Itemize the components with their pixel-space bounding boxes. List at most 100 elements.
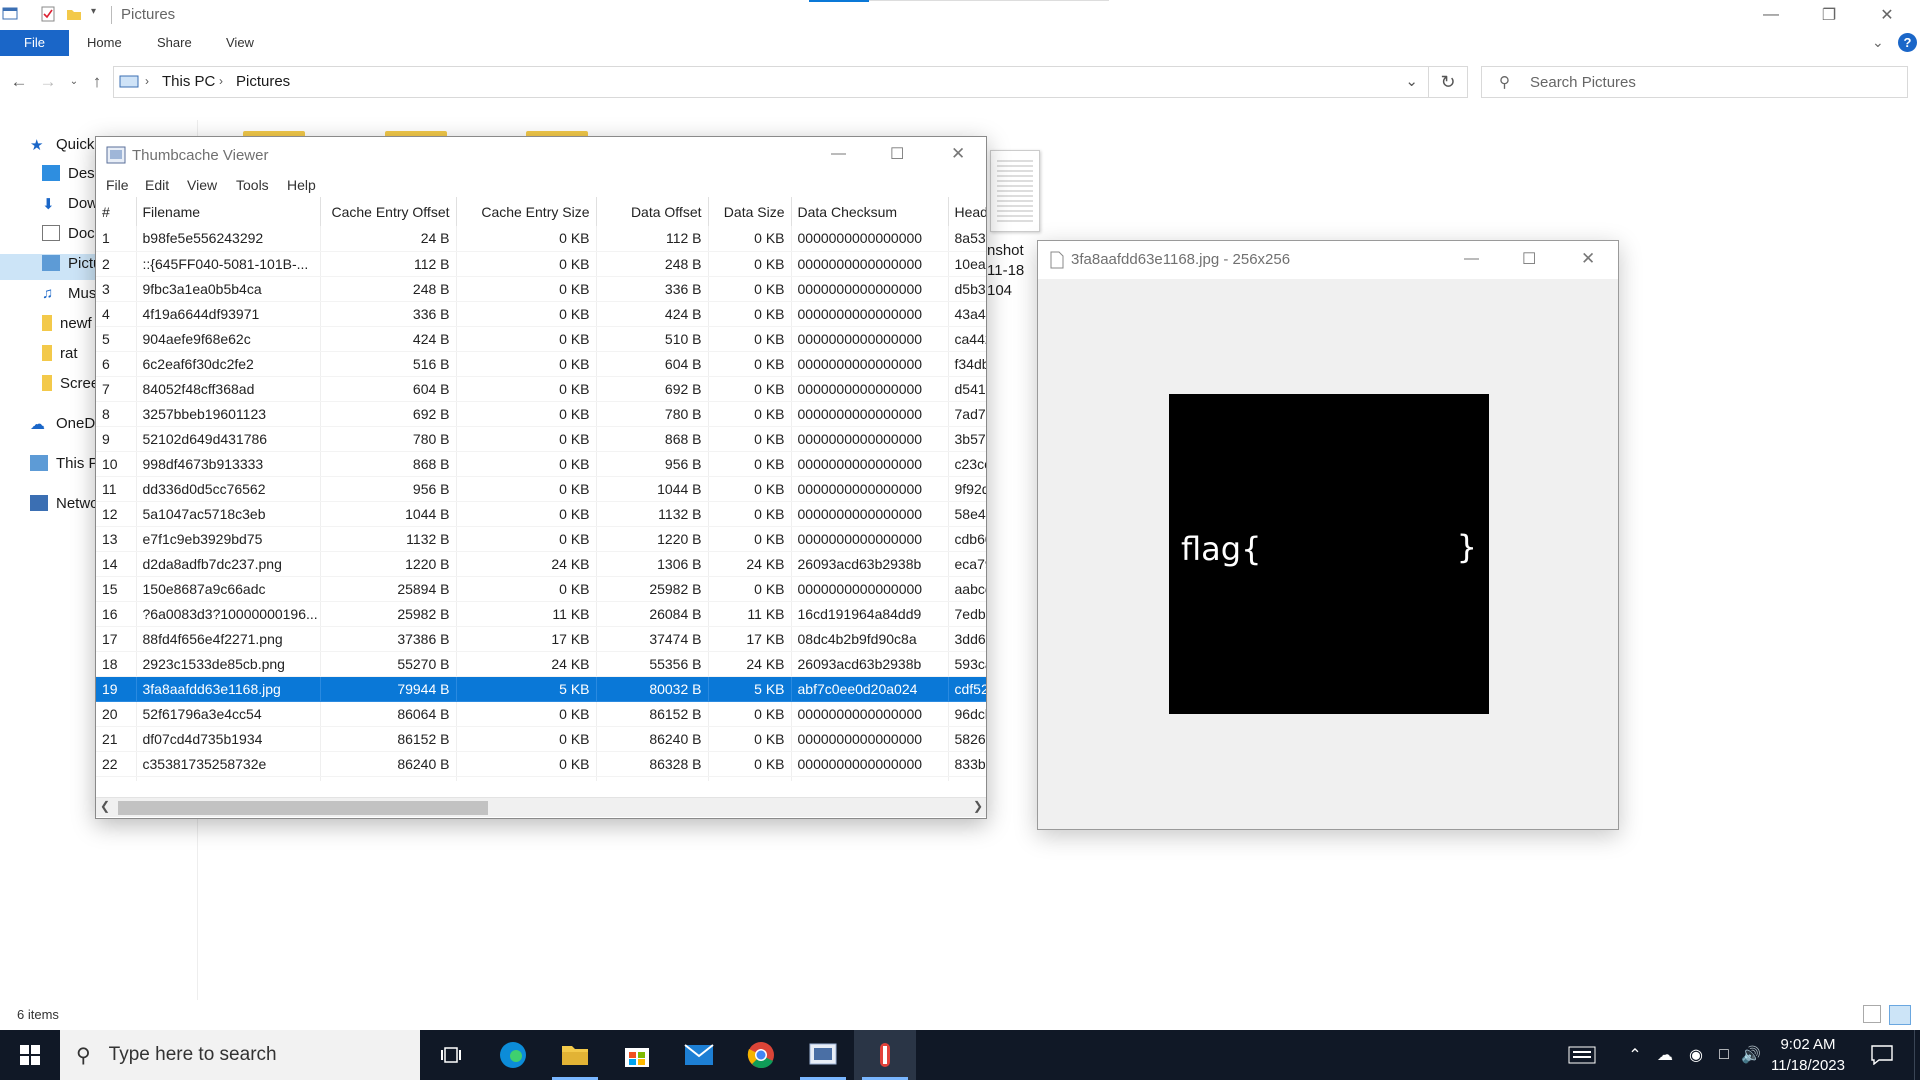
nav-item-onedrive[interactable]: ☁ OneDr [30,412,100,434]
help-icon[interactable]: ? [1898,33,1917,52]
table-row[interactable]: 3 9fbc3a1ea0b5b4ca 248 B0 KB 336 B0 KB 00000… [96,276,986,302]
table-row[interactable]: 16 ?6a0083d3?10000000196... 25982 B 11 KB 26… [96,601,986,627]
task-view-button[interactable] [420,1030,482,1080]
details-view-button[interactable] [1863,1005,1881,1023]
customize-qat-icon[interactable]: ▾ [91,6,107,22]
menu-help[interactable]: Help [287,177,316,193]
column-header-cache-entry-size[interactable]: Cache Entry Size [456,197,597,226]
minimize-button[interactable]: — [831,145,846,162]
minimize-button[interactable]: — [1742,0,1800,30]
table-row[interactable]: 7 84052f48cff368ad 604 B0 KB 692 B0 KB 00000… [96,376,986,402]
nav-item-screenshots[interactable]: Scree [42,372,99,394]
recent-locations-button[interactable]: ⌄ [64,72,84,92]
notifications-icon[interactable] [1862,1030,1902,1080]
table-row[interactable]: 22 c35381735258732e 86240 B0 KB 86328 B0 KB… [96,751,986,777]
maximize-button[interactable]: ☐ [890,144,904,164]
back-button[interactable]: ← [9,72,29,92]
table-row[interactable]: 1 b98fe5e556243292 24 B0 KB 112 B0 KB 000000… [96,226,986,252]
properties-icon[interactable] [40,6,56,22]
table-row[interactable]: 14 d2da8adfb7dc237.png 1220 B 24 KB 1306 B 24… [96,551,986,577]
tab-share[interactable]: Share [157,30,192,56]
search-box[interactable]: ⚲ Search Pictures [1481,66,1908,98]
nav-item-quick-access[interactable]: ★ Quick [30,133,94,155]
large-icons-view-button[interactable] [1889,1005,1911,1025]
column-header-filename[interactable]: Filename [136,197,321,226]
table-row[interactable]: 6 6c2eaf6f30dc2fe2 516 B0 KB 604 B0 KB 00000… [96,351,986,377]
taskbar-image-viewer[interactable] [854,1030,916,1080]
show-hidden-icons-icon[interactable]: ⌃ [1622,1030,1648,1080]
refresh-button[interactable]: ↻ [1428,66,1468,98]
taskbar-store[interactable] [606,1030,668,1080]
taskbar-edge[interactable] [482,1030,544,1080]
scrollbar-thumb[interactable] [118,801,488,815]
menu-view[interactable]: View [187,177,217,193]
close-button[interactable]: ✕ [951,144,965,164]
nav-item-newfolder[interactable]: newf [42,312,92,334]
system-clock[interactable]: 9:02 AM 11/18/2023 [1758,1034,1858,1076]
taskbar-thumbcache-viewer[interactable] [792,1030,854,1080]
table-row[interactable]: 20 52f61796a3e4cc54 86064 B0 KB 86152 B0 KB… [96,701,986,727]
up-button[interactable]: ↑ [87,72,107,92]
breadcrumb-pictures[interactable]: Pictures [236,73,290,90]
nav-item-pictures[interactable]: Pictu [42,252,101,274]
nav-item-network[interactable]: Netwo [30,492,99,514]
table-row[interactable]: 17 88fd4f656e4f2271.png 37386 B 17 KB 37474 … [96,626,986,652]
table-row[interactable]: 5 904aefe9f68e62c 424 B0 KB 510 B0 KB 000000… [96,326,986,352]
table-row[interactable]: 13 e7f1c9eb3929bd75 1132 B0 KB 1220 B0 KB 00… [96,526,986,552]
table-row[interactable]: 12 5a1047ac5718c3eb 1044 B0 KB 1132 B0 KB 00… [96,501,986,527]
taskbar-mail[interactable] [668,1030,730,1080]
scroll-right-icon[interactable]: ❯ [973,799,983,813]
tab-view[interactable]: View [226,30,254,56]
table-row[interactable]: 8 3257bbeb19601123 692 B0 KB 780 B0 KB 00000… [96,401,986,427]
onedrive-status-icon[interactable]: ☁ [1650,1030,1680,1080]
new-folder-icon[interactable] [66,6,82,22]
cache-entries-table-container[interactable]: # Filename Cache Entry Offset Cache Entry S… [96,197,986,781]
tab-home[interactable]: Home [87,30,122,56]
maximize-button[interactable]: ☐ [1522,249,1536,269]
table-row[interactable]: 21 df07cd4d735b1934 86152 B0 KB 86240 B0 KB… [96,726,986,752]
table-row[interactable]: 4 4f19a6644df93971 336 B0 KB 424 B0 KB 00000… [96,301,986,327]
close-button[interactable]: ✕ [1581,249,1595,269]
taskbar-chrome[interactable] [730,1030,792,1080]
column-header-data-size[interactable]: Data Size [708,197,792,226]
meet-now-icon[interactable]: ◉ [1682,1030,1710,1080]
nav-item-rat[interactable]: rat [42,342,78,364]
column-header-header[interactable]: Head [948,197,986,226]
keyboard-icon[interactable] [1562,1030,1602,1080]
table-row[interactable]: 18 2923c1533de85cb.png 55270 B 24 KB 55356 B… [96,651,986,677]
nav-item-desktop[interactable]: Desk [42,162,102,184]
nav-item-documents[interactable]: Docu [42,222,103,244]
address-bar[interactable]: › This PC › Pictures ⌄ [113,66,1429,98]
network-icon[interactable]: □ [1710,1030,1738,1080]
breadcrumb-this-pc[interactable]: This PC [162,73,215,90]
scroll-left-icon[interactable]: ❮ [100,799,110,813]
table-row[interactable]: 10 998df4673b913333 868 B0 KB 956 B0 KB 0000… [96,451,986,477]
menu-tools[interactable]: Tools [236,177,269,193]
taskbar-file-explorer[interactable] [544,1030,606,1080]
minimize-button[interactable]: — [1464,250,1479,267]
start-button[interactable] [0,1030,60,1080]
restore-button[interactable]: ❐ [1800,0,1858,30]
table-row[interactable]: 11 dd336d0d5cc76562 956 B0 KB 1044 B0 KB 000… [96,476,986,502]
tab-file[interactable]: File [0,30,69,56]
table-row[interactable]: 2::{645FF040-5081-101B-... 112 B0 KB 248 B… [96,251,986,277]
table-row[interactable]: 9 52102d649d431786 780 B0 KB 868 B0 KB 00000… [96,426,986,452]
nav-item-music[interactable]: ♫ Musi [42,282,100,304]
table-row[interactable]: 19 3fa8aafdd63e1168.jpg 79944 B5 KB 80032 B… [96,676,986,702]
forward-button[interactable]: → [38,72,58,92]
taskbar-search-box[interactable]: ⚲ Type here to search [60,1030,420,1080]
nav-item-downloads[interactable]: ⬇ Dow [42,192,98,214]
close-button[interactable]: ✕ [1858,0,1916,30]
address-dropdown-icon[interactable]: ⌄ [1405,72,1418,90]
horizontal-scrollbar[interactable]: ❮ ❯ [96,797,986,817]
column-header-data-offset[interactable]: Data Offset [596,197,709,226]
file-thumbnail[interactable] [990,150,1040,232]
menu-edit[interactable]: Edit [145,177,169,193]
column-header-data-checksum[interactable]: Data Checksum [791,197,949,226]
table-row[interactable]: 15 150e8687a9c66adc 25894 B0 KB 25982 B0 KB… [96,576,986,602]
column-header-cache-entry-offset[interactable]: Cache Entry Offset [320,197,457,226]
menu-file[interactable]: File [106,177,129,193]
column-header-index[interactable]: # [96,197,137,226]
expand-ribbon-icon[interactable]: ⌄ [1872,34,1884,51]
show-desktop-button[interactable] [1914,1030,1920,1080]
